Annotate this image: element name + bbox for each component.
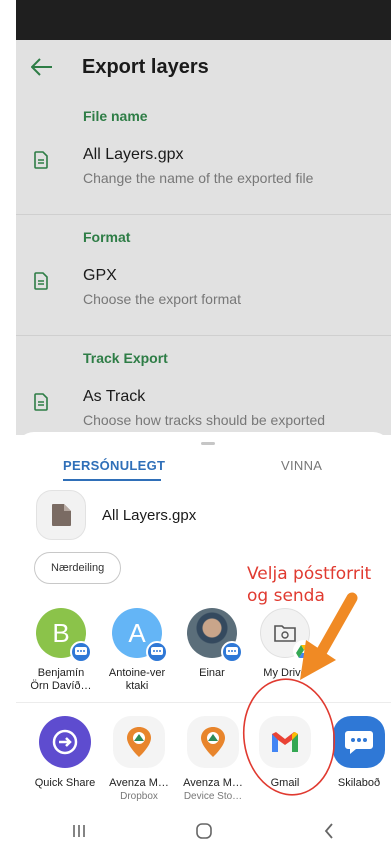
left-margin bbox=[0, 0, 16, 852]
quick-share-icon bbox=[39, 716, 91, 768]
app-label: Skilaboð bbox=[337, 777, 381, 789]
avenza-icon bbox=[187, 716, 239, 768]
google-drive-icon bbox=[293, 640, 315, 662]
message-badge-icon bbox=[70, 641, 92, 663]
setting-title: All Layers.gpx bbox=[83, 146, 184, 163]
section-header-file-name: File name bbox=[83, 108, 148, 124]
annotation-line-2: og senda bbox=[247, 586, 325, 606]
message-badge-icon bbox=[221, 641, 243, 663]
setting-subtitle: Choose how tracks should be exported bbox=[83, 412, 326, 428]
setting-subtitle: Choose the export format bbox=[83, 291, 241, 307]
section-header-format: Format bbox=[83, 229, 131, 245]
file-icon bbox=[36, 490, 86, 540]
messages-icon bbox=[333, 716, 385, 768]
contact-name: Antoine-ver ktaki bbox=[108, 667, 166, 692]
contact-antoine[interactable]: A Antoine-ver ktaki bbox=[102, 608, 172, 693]
app-gmail[interactable]: Gmail bbox=[248, 716, 322, 789]
direct-share-contacts: B Benjamín Örn Davíð… A Antoine-ver ktak… bbox=[16, 608, 391, 704]
avatar: B bbox=[36, 608, 92, 663]
document-icon bbox=[16, 140, 66, 180]
page-title: Export layers bbox=[82, 55, 209, 78]
app-avenza-device-storage[interactable]: Avenza M… Device Sto… bbox=[176, 716, 250, 802]
message-badge-icon bbox=[146, 641, 168, 663]
contact-name: Einar bbox=[199, 667, 225, 679]
app-avenza-dropbox[interactable]: Avenza M… Dropbox bbox=[102, 716, 176, 802]
avatar-photo bbox=[187, 608, 243, 663]
setting-title: As Track bbox=[83, 388, 146, 405]
contact-my-drive[interactable]: My Drive bbox=[250, 608, 320, 680]
app-messages[interactable]: Skilaboð bbox=[322, 716, 391, 789]
active-tab-indicator bbox=[63, 479, 161, 481]
arrow-left-icon[interactable] bbox=[16, 40, 68, 94]
annotation-line-1: Velja póstforrit bbox=[247, 564, 372, 584]
avenza-icon bbox=[113, 716, 165, 768]
avatar: A bbox=[112, 608, 168, 663]
app-quick-share[interactable]: Quick Share bbox=[28, 716, 102, 789]
setting-format[interactable]: GPX Choose the export format bbox=[16, 259, 391, 335]
recents-icon[interactable] bbox=[49, 816, 109, 846]
app-label: Gmail bbox=[270, 777, 300, 789]
contact-einar[interactable]: Einar bbox=[177, 608, 247, 680]
app-sublabel: Dropbox bbox=[120, 791, 158, 802]
nearby-share-chip[interactable]: Nærdeiling bbox=[34, 552, 122, 584]
app-label: Avenza M… bbox=[109, 777, 169, 789]
setting-title: GPX bbox=[83, 267, 117, 284]
folder-drive-icon bbox=[260, 608, 315, 662]
divider bbox=[16, 702, 391, 703]
setting-track-export[interactable]: As Track Choose how tracks should be exp… bbox=[16, 380, 391, 435]
app-sublabel: Device Sto… bbox=[183, 791, 243, 802]
annotation-text: Velja póstforrit og senda bbox=[247, 563, 371, 607]
status-bar bbox=[16, 0, 391, 40]
share-tabs: PERSÓNULEGT VINNA bbox=[16, 458, 391, 488]
contact-name: Benjamín Örn Davíð… bbox=[30, 667, 92, 692]
back-chevron-icon[interactable] bbox=[299, 816, 359, 846]
shared-file-preview: All Layers.gpx bbox=[36, 490, 196, 540]
document-icon bbox=[16, 382, 66, 422]
avatar-initial: A bbox=[128, 617, 146, 648]
share-app-targets: Quick Share Avenza M… Dropbox Avenza M… … bbox=[16, 716, 391, 816]
tab-work[interactable]: VINNA bbox=[281, 458, 322, 473]
setting-subtitle: Change the name of the exported file bbox=[83, 170, 314, 186]
shared-file-name: All Layers.gpx bbox=[102, 506, 197, 524]
contact-name: My Drive bbox=[263, 667, 307, 679]
gmail-icon bbox=[259, 716, 311, 768]
export-settings-screen: Export layers File name All Layers.gpx C… bbox=[16, 40, 391, 435]
home-icon[interactable] bbox=[174, 816, 234, 846]
sheet-drag-handle[interactable] bbox=[201, 442, 215, 445]
share-sheet: PERSÓNULEGT VINNA All Layers.gpx Nærdeil… bbox=[16, 432, 391, 852]
avatar-initial: B bbox=[52, 617, 70, 648]
contact-benjamin[interactable]: B Benjamín Örn Davíð… bbox=[26, 608, 96, 693]
app-label: Avenza M… bbox=[183, 777, 243, 789]
app-bar: Export layers bbox=[16, 40, 391, 94]
system-navigation-bar bbox=[16, 810, 391, 852]
section-header-track-export: Track Export bbox=[83, 350, 168, 366]
setting-file-name[interactable]: All Layers.gpx Change the name of the ex… bbox=[16, 138, 391, 214]
tab-personal[interactable]: PERSÓNULEGT bbox=[63, 458, 165, 473]
app-label: Quick Share bbox=[34, 777, 96, 789]
document-icon bbox=[16, 261, 66, 301]
